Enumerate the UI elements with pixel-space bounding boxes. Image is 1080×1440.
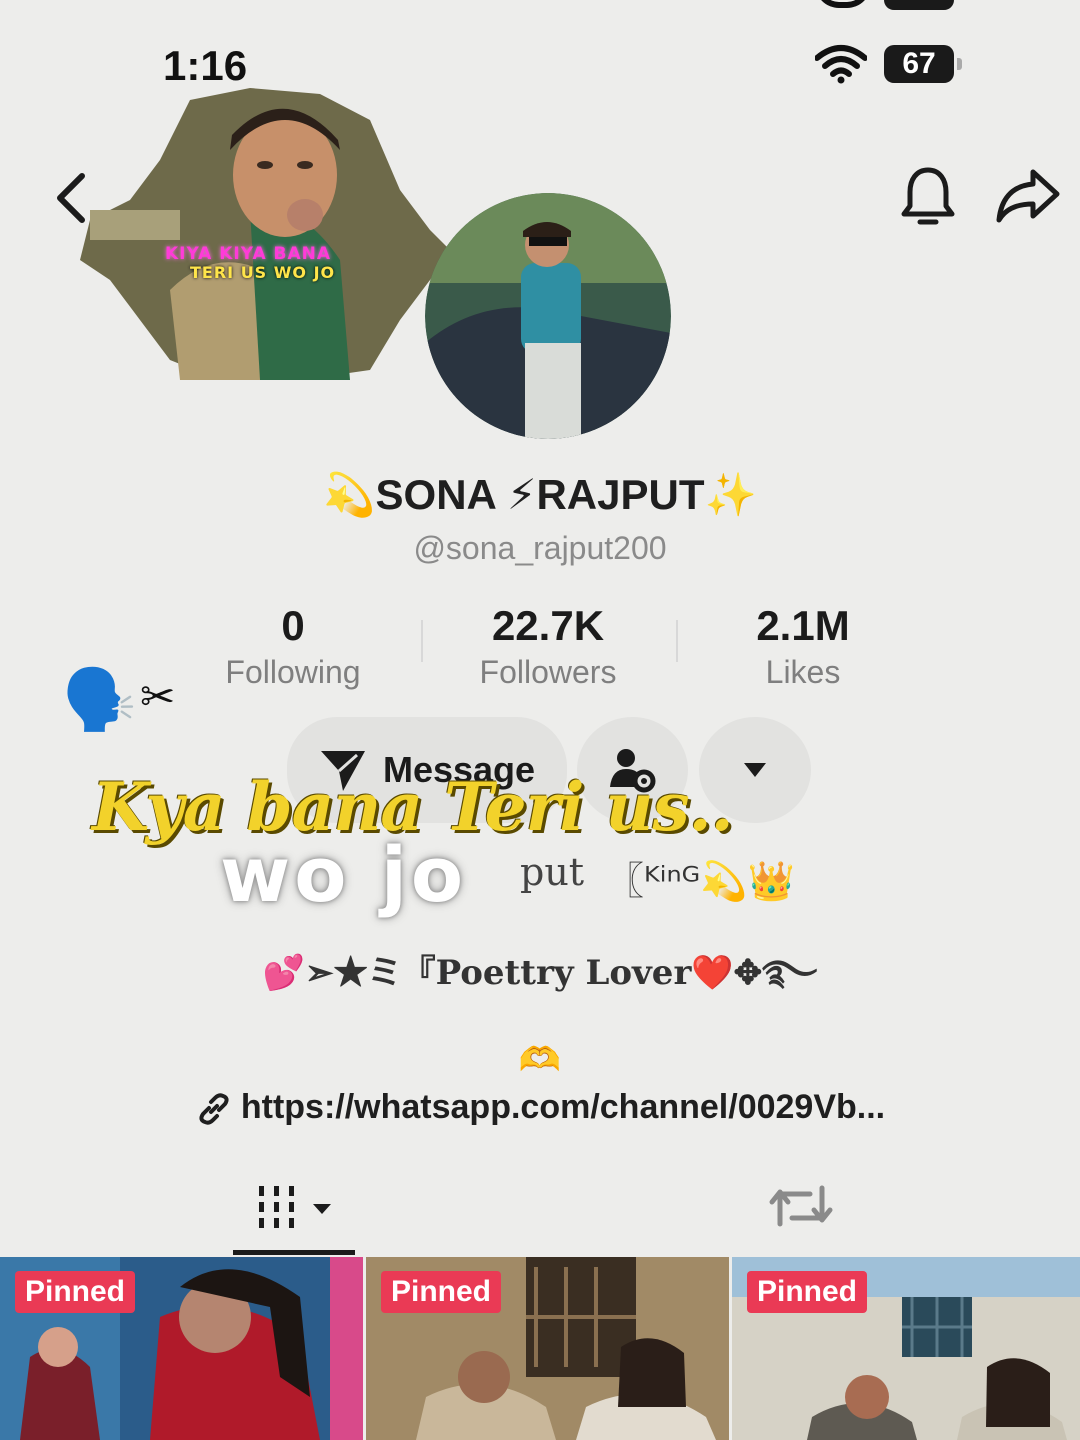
video-thumbnail-2[interactable]: Pinned [366,1257,729,1440]
bio-king-badge: 〖ᴷⁱⁿᴳ💫👑 [606,859,795,903]
pinned-badge: Pinned [381,1271,502,1313]
heart-hands-emoji: 🫶 [518,1041,562,1079]
meme-sticker-image [80,88,450,380]
link-icon [199,1093,229,1125]
likes-stat[interactable]: 2.1M Likes [673,602,933,691]
wifi-icon [815,45,867,84]
status-signal-cut [815,0,871,8]
followers-stat[interactable]: 22.7K Followers [418,602,678,691]
repost-icon[interactable] [766,1180,836,1232]
overlay-caption-white: wo jo [220,830,468,919]
display-name: 💫SONA ⚡RAJPUT✨ [323,471,757,518]
grid-icon[interactable] [233,1172,355,1258]
sticker-caption-line2: TERI US WO JO [190,263,336,282]
battery-indicator: 67 [884,45,962,83]
following-count: 0 [281,602,305,649]
bio-link[interactable]: https://whatsapp.com/channel/0029Vb... [0,1088,1080,1128]
active-tab-indicator [233,1250,355,1255]
status-battery-cut [884,0,954,10]
bio-link-text: https://whatsapp.com/channel/0029Vb... [240,1088,886,1126]
followers-label: Followers [479,654,617,690]
bio-poetry-line: 💕➣★ミ『Poettry Lover❤️✥࿐ [262,953,818,993]
triangle-down-icon [744,763,766,777]
following-stat[interactable]: 0 Following [163,602,423,691]
video-thumbnail-3[interactable]: Pinned [732,1257,1080,1440]
profile-avatar[interactable] [425,193,671,439]
bell-icon[interactable] [898,164,958,230]
video-thumbnail-1[interactable]: Pinned [0,1257,363,1440]
speaking-head-emoji: 🗣️ [62,666,137,733]
share-icon[interactable] [995,166,1061,226]
scissors-icon: ✂ [140,673,176,720]
pinned-badge: Pinned [747,1271,868,1313]
username-handle: @sona_rajput200 [413,530,667,566]
pinned-badge: Pinned [15,1271,136,1313]
followers-count: 22.7K [491,602,605,649]
bio-line-fragment: put [520,850,585,894]
likes-label: Likes [765,654,841,690]
sticker-caption-line1: KIYA KIYA BANA [165,244,332,264]
following-label: Following [225,654,361,690]
likes-count: 2.1M [756,602,850,649]
